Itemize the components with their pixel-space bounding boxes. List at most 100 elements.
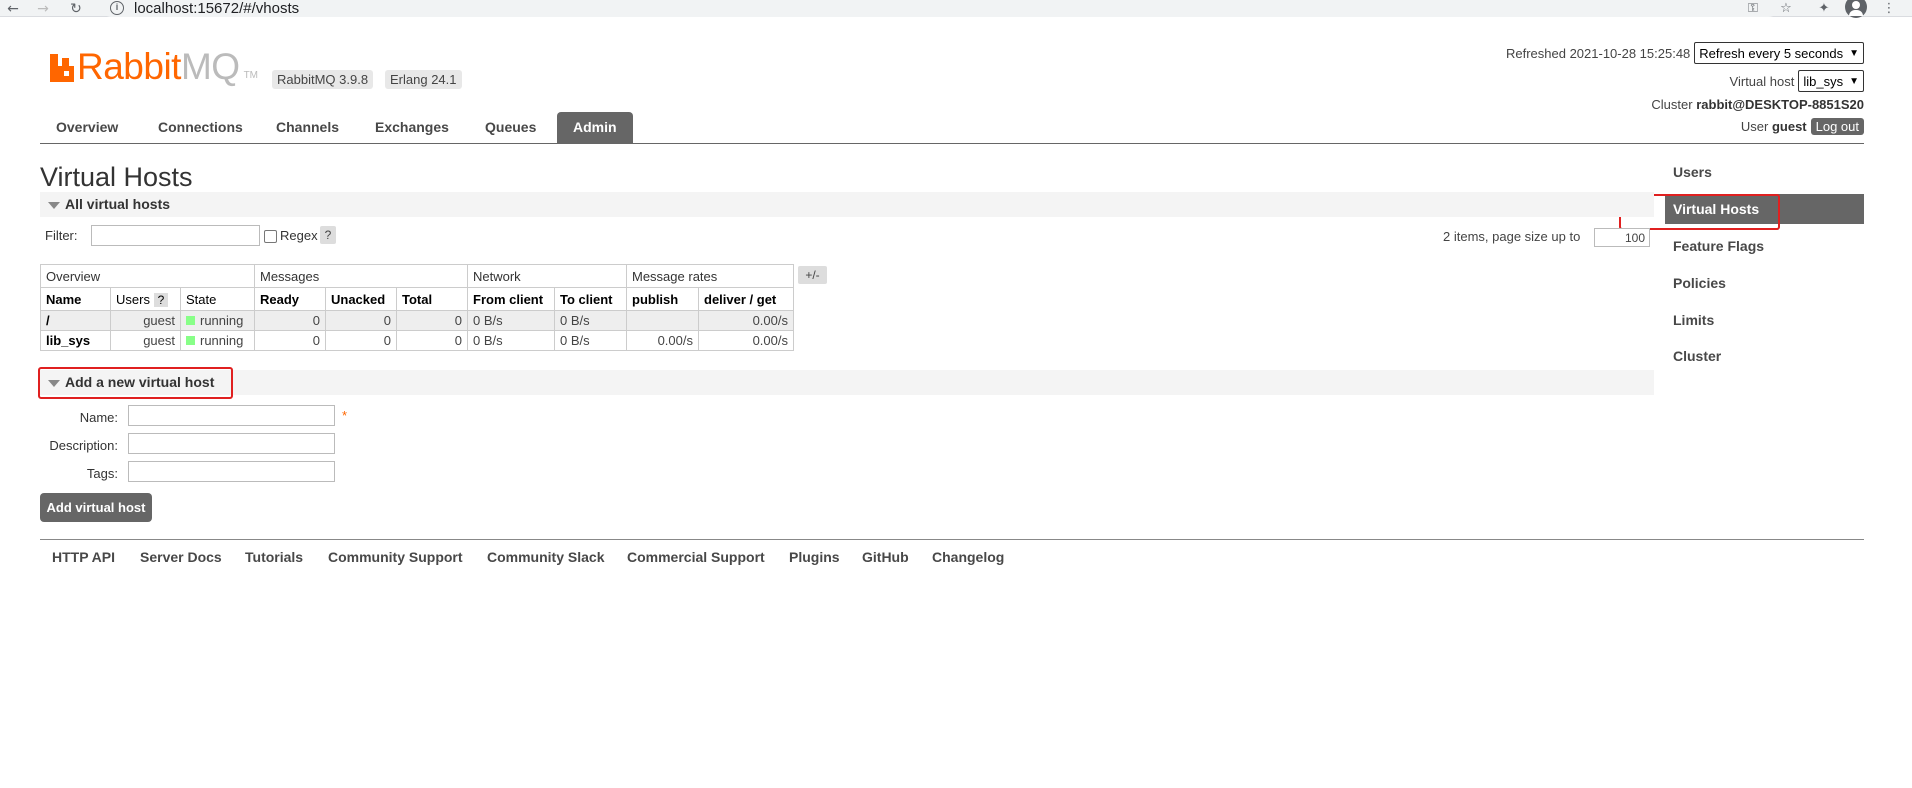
main-nav-tabs: Overview Connections Channels Exchanges … <box>40 112 1864 144</box>
add-virtual-host-header[interactable]: Add a new virtual host <box>40 370 1654 395</box>
virtual-host-label: Virtual host <box>1729 73 1795 89</box>
virtual-host-value: lib_sys <box>1803 73 1844 89</box>
erlang-version-badge: Erlang 24.1 <box>385 70 462 89</box>
vhost-tags-field[interactable] <box>128 461 335 482</box>
table-row[interactable]: / guest running 0 0 0 0 B/s 0 B/s 0.00/s <box>40 310 794 331</box>
chevron-down-icon: ▼ <box>1849 75 1859 87</box>
logo-text-rabbit: Rabbit <box>77 46 181 87</box>
vhost-name-field[interactable] <box>128 405 335 426</box>
key-icon[interactable]: ⚿ <box>1742 0 1764 17</box>
column-header-to-client[interactable]: To client <box>554 287 627 311</box>
site-info-icon[interactable]: i <box>110 1 124 15</box>
sidebar-item-users[interactable]: Users <box>1665 157 1864 187</box>
column-header-total[interactable]: Total <box>396 287 468 311</box>
vhost-to-client: 0 B/s <box>554 330 627 351</box>
vhost-unacked: 0 <box>325 310 397 331</box>
vhost-name-link[interactable]: / <box>40 310 111 331</box>
footer-link-changelog[interactable]: Changelog <box>932 549 1004 565</box>
all-virtual-hosts-header[interactable]: All virtual hosts <box>40 192 1654 217</box>
footer-link-commercial-support[interactable]: Commercial Support <box>627 549 765 565</box>
refresh-interval-select[interactable]: Refresh every 5 seconds ▼ <box>1694 42 1864 64</box>
filter-input[interactable] <box>91 225 260 246</box>
rabbitmq-version-badge: RabbitMQ 3.9.8 <box>272 70 374 89</box>
footer-link-tutorials[interactable]: Tutorials <box>245 549 303 565</box>
add-virtual-host-button[interactable]: Add virtual host <box>40 493 152 522</box>
tab-admin[interactable]: Admin <box>557 112 633 143</box>
vhost-name-link[interactable]: lib_sys <box>40 330 111 351</box>
star-icon[interactable]: ☆ <box>1775 0 1797 17</box>
name-label: Name: <box>79 410 118 425</box>
extensions-puzzle-icon[interactable]: ✦ <box>1813 0 1835 17</box>
regex-checkbox[interactable] <box>264 230 277 243</box>
cluster-name: rabbit@DESKTOP-8851S20 <box>1696 97 1864 112</box>
column-header-ready[interactable]: Ready <box>254 287 326 311</box>
vhost-total: 0 <box>396 330 468 351</box>
sidebar-item-policies[interactable]: Policies <box>1665 268 1864 298</box>
column-options-button[interactable]: +/- <box>798 266 827 284</box>
vhost-description-field[interactable] <box>128 433 335 454</box>
column-header-users[interactable]: Users ? <box>110 287 181 311</box>
status-indicator <box>186 316 195 325</box>
back-arrow-icon[interactable]: ← <box>3 0 23 17</box>
tab-exchanges[interactable]: Exchanges <box>359 112 465 143</box>
page-title: Virtual Hosts <box>40 162 193 192</box>
url-text[interactable]: localhost:15672/#/vhosts <box>134 0 299 17</box>
vhost-from-client: 0 B/s <box>467 330 555 351</box>
sidebar-item-cluster[interactable]: Cluster <box>1665 341 1864 371</box>
rabbitmq-logo[interactable]: Rabbit MQ TM <box>50 46 258 87</box>
address-bar[interactable]: i localhost:15672/#/vhosts <box>100 0 1780 17</box>
virtual-hosts-table: Overview Messages Network Message rates … <box>40 264 794 351</box>
description-label: Description: <box>49 438 118 453</box>
cluster-label: Cluster <box>1651 97 1693 112</box>
forward-arrow-icon[interactable]: → <box>33 0 53 17</box>
tab-channels[interactable]: Channels <box>260 112 355 143</box>
refreshed-timestamp: Refreshed 2021-10-28 15:25:48 <box>1505 45 1691 61</box>
users-header-label: Users <box>116 291 150 307</box>
pagination-info: 2 items, page size up to <box>1443 229 1581 244</box>
vhost-ready: 0 <box>254 310 326 331</box>
column-header-state[interactable]: State <box>180 287 255 311</box>
table-row[interactable]: lib_sys guest running 0 0 0 0 B/s 0 B/s … <box>40 330 794 351</box>
footer-link-server-docs[interactable]: Server Docs <box>140 549 222 565</box>
footer-link-community-slack[interactable]: Community Slack <box>487 549 604 565</box>
vhost-users: guest <box>110 330 181 351</box>
footer-link-community-support[interactable]: Community Support <box>328 549 463 565</box>
vhost-from-client: 0 B/s <box>467 310 555 331</box>
logo-text-mq: MQ <box>180 46 240 87</box>
column-header-deliver-get[interactable]: deliver / get <box>698 287 794 311</box>
vhost-ready: 0 <box>254 330 326 351</box>
refresh-interval-value: Refresh every 5 seconds <box>1699 45 1844 61</box>
sidebar-item-limits[interactable]: Limits <box>1665 305 1864 335</box>
collapse-triangle-icon <box>48 202 60 209</box>
browser-toolbar: ← → ↻ i localhost:15672/#/vhosts ⚿ ☆ ✦ ⋮ <box>0 0 1912 18</box>
highlight-box-add-virtual-host <box>38 367 233 399</box>
rabbitmq-logo-icon <box>50 54 74 82</box>
vhost-deliver-get: 0.00/s <box>698 310 794 331</box>
regex-help-button[interactable]: ? <box>320 226 336 244</box>
column-header-from-client[interactable]: From client <box>467 287 555 311</box>
vhost-unacked: 0 <box>325 330 397 351</box>
kebab-menu-icon[interactable]: ⋮ <box>1878 0 1900 17</box>
reload-icon[interactable]: ↻ <box>66 0 86 17</box>
group-header-message-rates: Message rates <box>626 264 794 288</box>
vhost-to-client: 0 B/s <box>554 310 627 331</box>
footer-link-plugins[interactable]: Plugins <box>789 549 840 565</box>
column-header-unacked[interactable]: Unacked <box>325 287 397 311</box>
filter-label: Filter: <box>45 228 78 243</box>
vhost-state: running <box>180 330 255 351</box>
vhost-state-text: running <box>200 313 244 328</box>
footer-link-github[interactable]: GitHub <box>862 549 909 565</box>
column-header-publish[interactable]: publish <box>626 287 699 311</box>
profile-avatar-icon[interactable] <box>1845 0 1867 18</box>
virtual-host-select[interactable]: lib_sys ▼ <box>1798 70 1864 92</box>
column-header-name[interactable]: Name <box>40 287 111 311</box>
page-size-input[interactable] <box>1594 228 1650 247</box>
sidebar-item-feature-flags[interactable]: Feature Flags <box>1665 231 1864 261</box>
tab-queues[interactable]: Queues <box>469 112 552 143</box>
users-help-button[interactable]: ? <box>153 292 169 307</box>
tab-overview[interactable]: Overview <box>40 112 134 143</box>
footer-link-http-api[interactable]: HTTP API <box>52 549 115 565</box>
tab-connections[interactable]: Connections <box>142 112 259 143</box>
vhost-state: running <box>180 310 255 331</box>
group-header-overview: Overview <box>40 264 255 288</box>
